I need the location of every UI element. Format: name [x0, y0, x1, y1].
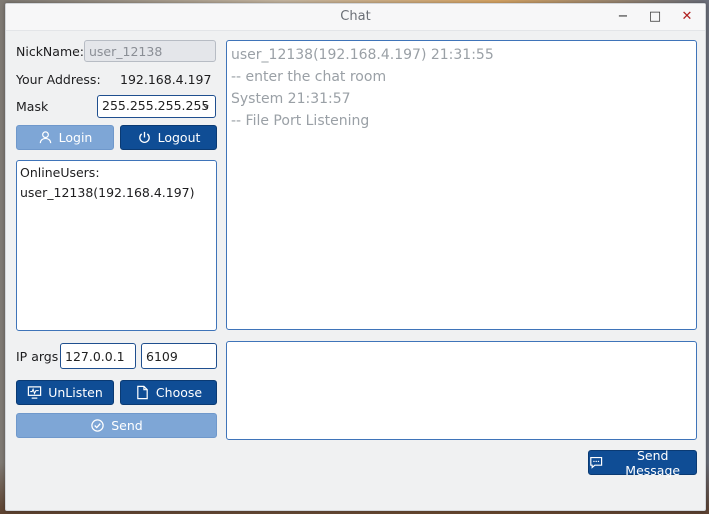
nickname-field[interactable]: user_12138	[84, 40, 216, 62]
message-input[interactable]	[226, 341, 697, 440]
chat-bubble-icon	[590, 456, 603, 469]
online-users-list[interactable]: OnlineUsers: user_12138(192.168.4.197)	[16, 160, 217, 331]
logout-label: Logout	[157, 130, 201, 145]
maximize-button[interactable]: □	[644, 7, 666, 27]
chat-log[interactable]: user_12138(192.168.4.197) 21:31:55 -- en…	[226, 40, 697, 330]
send-button[interactable]: Send	[16, 413, 217, 438]
online-users-title: OnlineUsers:	[20, 165, 100, 180]
user-icon	[39, 131, 51, 144]
chat-line: -- File Port Listening	[231, 113, 370, 129]
send-label: Send	[111, 418, 143, 433]
send-message-button[interactable]: Send Message	[588, 447, 697, 478]
chat-line: -- enter the chat room	[231, 69, 387, 85]
chat-line: System 21:31:57	[231, 91, 351, 107]
chat-line: user_12138(192.168.4.197) 21:31:55	[231, 47, 494, 63]
mask-select[interactable]: 255.255.255.255 ⌄	[97, 95, 216, 118]
unlisten-label: UnListen	[48, 385, 103, 400]
port-field[interactable]: 6109	[141, 343, 217, 369]
close-button[interactable]: ✕	[676, 7, 698, 27]
mask-label: Mask	[16, 99, 49, 114]
window-title: Chat	[340, 9, 371, 24]
ip-args-label: IP args	[16, 349, 59, 364]
unlisten-button[interactable]: UnListen	[16, 380, 114, 405]
address-value: 192.168.4.197	[120, 72, 212, 87]
mask-select-value: 255.255.255.255	[102, 98, 210, 113]
choose-label: Choose	[155, 385, 203, 400]
check-circle-icon	[91, 419, 104, 432]
address-label: Your Address:	[16, 72, 101, 87]
login-label: Login	[58, 130, 93, 145]
monitor-icon	[28, 386, 42, 399]
send-message-label: Send Message	[625, 447, 681, 478]
logout-button[interactable]: Logout	[120, 125, 217, 150]
nickname-label: NickName:	[16, 44, 85, 59]
power-icon	[138, 131, 150, 143]
choose-button[interactable]: Choose	[120, 380, 217, 405]
chat-window: Chat − □ ✕ NickName: user_12138 Your Add…	[5, 3, 706, 511]
login-button[interactable]: Login	[16, 125, 114, 150]
ip-field[interactable]: 127.0.0.1	[60, 343, 136, 369]
title-bar[interactable]: Chat − □ ✕	[6, 4, 705, 31]
online-user-item[interactable]: user_12138(192.168.4.197)	[20, 185, 194, 200]
minimize-button[interactable]: −	[612, 7, 634, 27]
chevron-down-icon: ⌄	[200, 97, 211, 111]
file-icon	[137, 385, 148, 400]
